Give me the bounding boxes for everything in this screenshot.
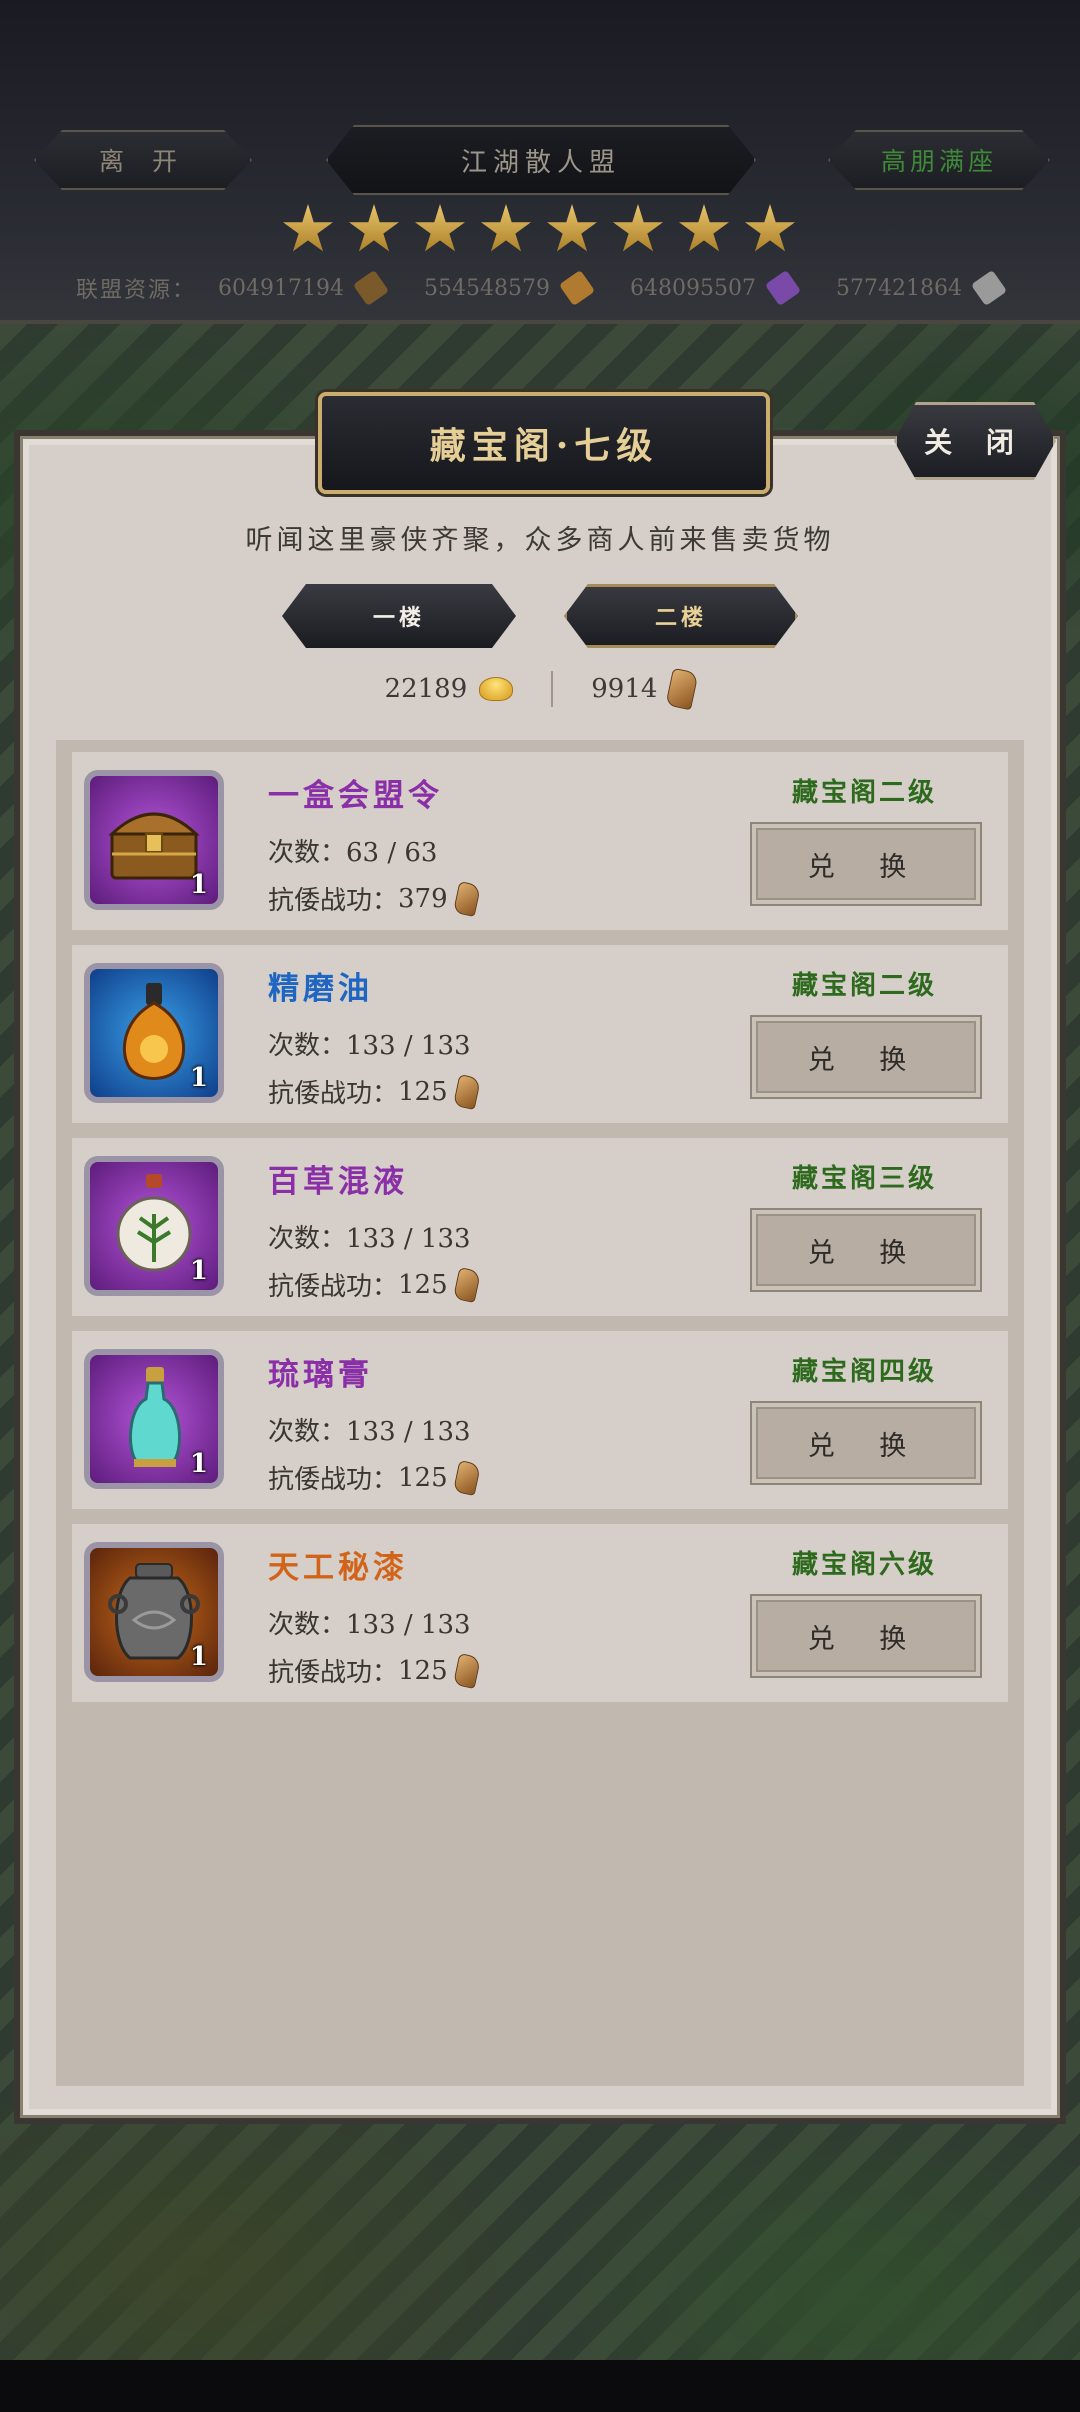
resource-value: 604917194: [218, 275, 344, 301]
merit-balance: 9914: [591, 667, 700, 711]
divider: [551, 671, 554, 707]
item-requirement: 藏宝阁二级: [792, 971, 938, 1001]
item-requirement: 藏宝阁二级: [792, 778, 938, 808]
merit-token-icon: [452, 1459, 481, 1496]
star-icon: [283, 204, 333, 252]
gold-amount: 22189: [384, 674, 468, 704]
item-name: 精磨油: [268, 971, 373, 1007]
glass-bottle-icon: [128, 1367, 182, 1467]
cost-value: 379: [398, 883, 448, 914]
item-name: 一盒会盟令: [268, 778, 443, 814]
cost-label: 抗倭战功：: [268, 1272, 399, 1302]
leave-button[interactable]: 离 开: [34, 130, 252, 190]
item-count: 次数：133 / 133: [268, 1610, 471, 1640]
star-icon: [415, 204, 465, 252]
cost-label: 抗倭战功：: [268, 886, 399, 916]
alliance-stars: [282, 204, 796, 256]
gold-ingot-icon: [479, 677, 514, 701]
item-icon-frame[interactable]: 1: [84, 770, 224, 910]
tab-first-floor[interactable]: 一楼: [282, 584, 516, 648]
alliance-header: 离 开 江湖散人盟 高朋满座 联盟资源： 604917194 554548579…: [0, 0, 1080, 324]
star-icon: [745, 204, 795, 252]
resources-label: 联盟资源：: [76, 278, 197, 303]
merit-token-icon: [452, 1073, 481, 1110]
merit-token-icon: [452, 1266, 481, 1303]
item-icon-frame[interactable]: 1: [84, 963, 224, 1103]
item-quantity: 1: [189, 1063, 208, 1093]
alliance-resources: 联盟资源： 604917194 554548579 648095507 5774…: [76, 269, 1042, 307]
exchange-button[interactable]: 兑 换: [750, 1208, 982, 1292]
wood-icon: [558, 269, 596, 307]
item-icon-frame[interactable]: 1: [84, 1542, 224, 1682]
exchange-button[interactable]: 兑 换: [750, 1401, 982, 1485]
star-icon: [349, 204, 399, 252]
resource-value: 577421864: [835, 275, 962, 301]
item-name: 琉璃膏: [268, 1357, 373, 1393]
item-cost: 抗倭战功： 125: [268, 1652, 481, 1689]
currency-row: 22189 9914: [0, 667, 1080, 711]
stone-icon: [970, 269, 1008, 307]
tab-second-floor[interactable]: 二楼: [564, 584, 798, 648]
list-item: 1 一盒会盟令 次数：63 / 63 抗倭战功： 379 藏宝阁二级 兑 换: [72, 752, 1008, 930]
item-requirement: 藏宝阁三级: [792, 1164, 938, 1194]
item-count: 次数：133 / 133: [268, 1224, 471, 1254]
exchange-button[interactable]: 兑 换: [750, 1594, 982, 1678]
resource-item: 648095507: [629, 269, 802, 307]
item-name: 百草混液: [268, 1164, 408, 1200]
exchange-button[interactable]: 兑 换: [750, 822, 982, 906]
list-item: 1 天工秘漆 次数：133 / 133 抗倭战功： 125 藏宝阁六级 兑 换: [72, 1524, 1008, 1702]
item-cost: 抗倭战功： 125: [268, 1266, 481, 1303]
star-icon: [547, 204, 597, 252]
item-requirement: 藏宝阁四级: [792, 1357, 938, 1387]
item-requirement: 藏宝阁六级: [792, 1550, 938, 1580]
panel-subtitle: 听闻这里豪侠齐聚，众多商人前来售卖货物: [245, 525, 835, 556]
cost-value: 125: [398, 1076, 448, 1107]
merit-token-icon: [665, 667, 700, 711]
exchange-button[interactable]: 兑 换: [750, 1015, 982, 1099]
cost-value: 125: [398, 1269, 448, 1300]
cost-label: 抗倭战功：: [268, 1079, 399, 1109]
item-count: 次数：63 / 63: [268, 838, 438, 868]
item-name: 天工秘漆: [268, 1550, 408, 1586]
item-count: 次数：133 / 133: [268, 1031, 471, 1061]
item-count: 次数：133 / 133: [268, 1417, 471, 1447]
panel-title: 藏宝阁·七级: [318, 392, 770, 494]
list-item: 1 百草混液 次数：133 / 133 抗倭战功： 125 藏宝阁三级 兑 换: [72, 1138, 1008, 1316]
close-button[interactable]: 关 闭: [894, 402, 1056, 480]
item-cost: 抗倭战功： 125: [268, 1459, 481, 1496]
gold-balance: 22189: [385, 674, 514, 704]
item-quantity: 1: [189, 1642, 208, 1672]
alliance-name: 江湖散人盟: [326, 125, 756, 195]
resource-item: 604917194: [218, 269, 390, 307]
merit-token-icon: [452, 1652, 481, 1689]
cost-label: 抗倭战功：: [268, 1465, 399, 1495]
herb-jar-icon: [116, 1174, 192, 1272]
resource-item: 554548579: [424, 269, 596, 307]
cost-label: 抗倭战功：: [268, 1658, 399, 1688]
list-item: 1 琉璃膏 次数：133 / 133 抗倭战功： 125 藏宝阁四级 兑 换: [72, 1331, 1008, 1509]
bottom-bar: [0, 2360, 1080, 2412]
star-icon: [613, 204, 663, 252]
item-icon-frame[interactable]: 1: [84, 1349, 224, 1489]
resource-item: 577421864: [835, 269, 1008, 307]
item-icon-frame[interactable]: 1: [84, 1156, 224, 1296]
oil-bottle-icon: [122, 983, 186, 1080]
resource-value: 554548579: [424, 275, 550, 301]
item-quantity: 1: [189, 870, 208, 900]
item-quantity: 1: [189, 1256, 208, 1286]
item-cost: 抗倭战功： 125: [268, 1073, 481, 1110]
star-icon: [481, 204, 531, 252]
cost-value: 125: [398, 1655, 448, 1686]
cost-value: 125: [398, 1462, 448, 1493]
item-cost: 抗倭战功： 379: [268, 880, 481, 917]
star-icon: [679, 204, 729, 252]
crystal-icon: [764, 269, 802, 307]
resource-value: 648095507: [629, 275, 756, 301]
merit-amount: 9914: [591, 674, 658, 704]
alliance-status-button[interactable]: 高朋满座: [828, 130, 1050, 190]
merit-token-icon: [452, 880, 481, 917]
quill-icon: [352, 269, 390, 307]
list-item: 1 精磨油 次数：133 / 133 抗倭战功： 125 藏宝阁二级 兑 换: [72, 945, 1008, 1123]
item-quantity: 1: [189, 1449, 208, 1479]
